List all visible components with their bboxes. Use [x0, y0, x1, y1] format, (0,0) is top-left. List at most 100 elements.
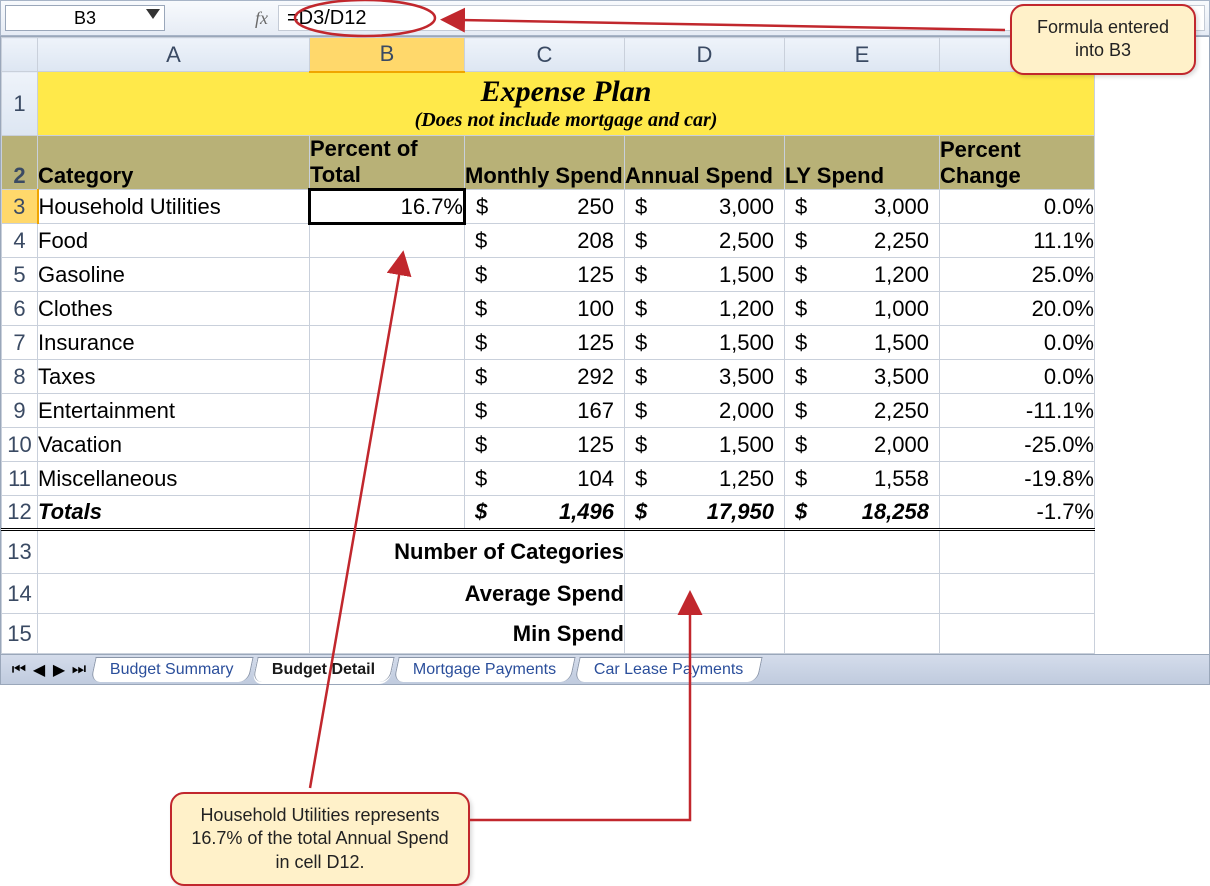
chevron-down-icon[interactable] — [146, 9, 160, 19]
cell-B10[interactable] — [310, 428, 465, 462]
label-num-categories[interactable]: Number of Categories — [310, 530, 625, 574]
cell-D7[interactable]: $1,500 — [625, 326, 785, 360]
cell-E4[interactable]: $2,250 — [785, 224, 940, 258]
cell-B8[interactable] — [310, 360, 465, 394]
cell-C6[interactable]: $100 — [465, 292, 625, 326]
tab-budget-detail[interactable]: Budget Detail — [252, 657, 394, 682]
row-2[interactable]: 2 — [2, 136, 38, 190]
col-B[interactable]: B — [310, 38, 465, 72]
cell-E14[interactable] — [785, 574, 940, 614]
cell-E8[interactable]: $3,500 — [785, 360, 940, 394]
cell-B5[interactable] — [310, 258, 465, 292]
title-cell[interactable]: Expense Plan (Does not include mortgage … — [38, 72, 1095, 136]
select-all-corner[interactable] — [2, 38, 38, 72]
last-sheet-icon[interactable]: ⏭ — [71, 662, 87, 678]
row-3[interactable]: 3 — [2, 190, 38, 224]
cell-D11[interactable]: $1,250 — [625, 462, 785, 496]
label-min-spend[interactable]: Min Spend — [310, 614, 625, 654]
hdr-ly[interactable]: LY Spend — [785, 136, 940, 190]
hdr-category[interactable]: Category — [38, 136, 310, 190]
hdr-percent[interactable]: Percent of Total — [310, 136, 465, 190]
cell-F3[interactable]: 0.0% — [940, 190, 1095, 224]
row-5[interactable]: 5 — [2, 258, 38, 292]
cell-D14[interactable] — [625, 574, 785, 614]
first-sheet-icon[interactable]: ⏮ — [11, 662, 27, 678]
cell-D10[interactable]: $1,500 — [625, 428, 785, 462]
cell-A8[interactable]: Taxes — [38, 360, 310, 394]
cell-E10[interactable]: $2,000 — [785, 428, 940, 462]
cell-B7[interactable] — [310, 326, 465, 360]
cell-E7[interactable]: $1,500 — [785, 326, 940, 360]
tab-car-lease-payments[interactable]: Car Lease Payments — [574, 657, 763, 682]
cell-D8[interactable]: $3,500 — [625, 360, 785, 394]
cell-E11[interactable]: $1,558 — [785, 462, 940, 496]
cell-F15[interactable] — [940, 614, 1095, 654]
row-9[interactable]: 9 — [2, 394, 38, 428]
name-box[interactable]: B3 — [5, 5, 165, 31]
row-8[interactable]: 8 — [2, 360, 38, 394]
col-D[interactable]: D — [625, 38, 785, 72]
row-13[interactable]: 13 — [2, 530, 38, 574]
prev-sheet-icon[interactable]: ◀ — [31, 662, 47, 678]
cell-A9[interactable]: Entertainment — [38, 394, 310, 428]
cell-F10[interactable]: -25.0% — [940, 428, 1095, 462]
cell-F4[interactable]: 11.1% — [940, 224, 1095, 258]
cell-F5[interactable]: 25.0% — [940, 258, 1095, 292]
cell-D9[interactable]: $2,000 — [625, 394, 785, 428]
cell-B4[interactable] — [310, 224, 465, 258]
cell-E6[interactable]: $1,000 — [785, 292, 940, 326]
cell-A14[interactable] — [38, 574, 310, 614]
cell-A3[interactable]: Household Utilities — [38, 190, 310, 224]
cell-E5[interactable]: $1,200 — [785, 258, 940, 292]
row-11[interactable]: 11 — [2, 462, 38, 496]
cell-A15[interactable] — [38, 614, 310, 654]
cell-F9[interactable]: -11.1% — [940, 394, 1095, 428]
cell-A12[interactable]: Totals — [38, 496, 310, 530]
cell-C12[interactable]: $1,496 — [465, 496, 625, 530]
cell-D15[interactable] — [625, 614, 785, 654]
cell-D5[interactable]: $1,500 — [625, 258, 785, 292]
row-12[interactable]: 12 — [2, 496, 38, 530]
row-10[interactable]: 10 — [2, 428, 38, 462]
cell-A11[interactable]: Miscellaneous — [38, 462, 310, 496]
cell-C3[interactable]: $250 — [465, 190, 625, 224]
cell-D6[interactable]: $1,200 — [625, 292, 785, 326]
cell-C10[interactable]: $125 — [465, 428, 625, 462]
cell-C5[interactable]: $125 — [465, 258, 625, 292]
fx-icon[interactable]: fx — [255, 8, 268, 29]
cell-F7[interactable]: 0.0% — [940, 326, 1095, 360]
cell-F12[interactable]: -1.7% — [940, 496, 1095, 530]
cell-B11[interactable] — [310, 462, 465, 496]
hdr-monthly[interactable]: Monthly Spend — [465, 136, 625, 190]
cell-B3[interactable]: 16.7% — [310, 190, 465, 224]
cell-C7[interactable]: $125 — [465, 326, 625, 360]
cell-A10[interactable]: Vacation — [38, 428, 310, 462]
cell-E3[interactable]: $3,000 — [785, 190, 940, 224]
cell-F13[interactable] — [940, 530, 1095, 574]
cell-A6[interactable]: Clothes — [38, 292, 310, 326]
row-4[interactable]: 4 — [2, 224, 38, 258]
cell-C4[interactable]: $208 — [465, 224, 625, 258]
cell-F11[interactable]: -19.8% — [940, 462, 1095, 496]
cell-E13[interactable] — [785, 530, 940, 574]
row-7[interactable]: 7 — [2, 326, 38, 360]
cell-B6[interactable] — [310, 292, 465, 326]
label-avg-spend[interactable]: Average Spend — [310, 574, 625, 614]
cell-B12[interactable] — [310, 496, 465, 530]
col-A[interactable]: A — [38, 38, 310, 72]
cell-F6[interactable]: 20.0% — [940, 292, 1095, 326]
cell-D3[interactable]: $3,000 — [625, 190, 785, 224]
hdr-change[interactable]: Percent Change — [940, 136, 1095, 190]
cell-A13[interactable] — [38, 530, 310, 574]
row-1[interactable]: 1 — [2, 72, 38, 136]
tab-mortgage-payments[interactable]: Mortgage Payments — [393, 657, 576, 682]
cell-A4[interactable]: Food — [38, 224, 310, 258]
cell-C11[interactable]: $104 — [465, 462, 625, 496]
row-6[interactable]: 6 — [2, 292, 38, 326]
cell-E9[interactable]: $2,250 — [785, 394, 940, 428]
cell-C8[interactable]: $292 — [465, 360, 625, 394]
cell-F14[interactable] — [940, 574, 1095, 614]
cell-D13[interactable] — [625, 530, 785, 574]
cell-E15[interactable] — [785, 614, 940, 654]
col-C[interactable]: C — [465, 38, 625, 72]
